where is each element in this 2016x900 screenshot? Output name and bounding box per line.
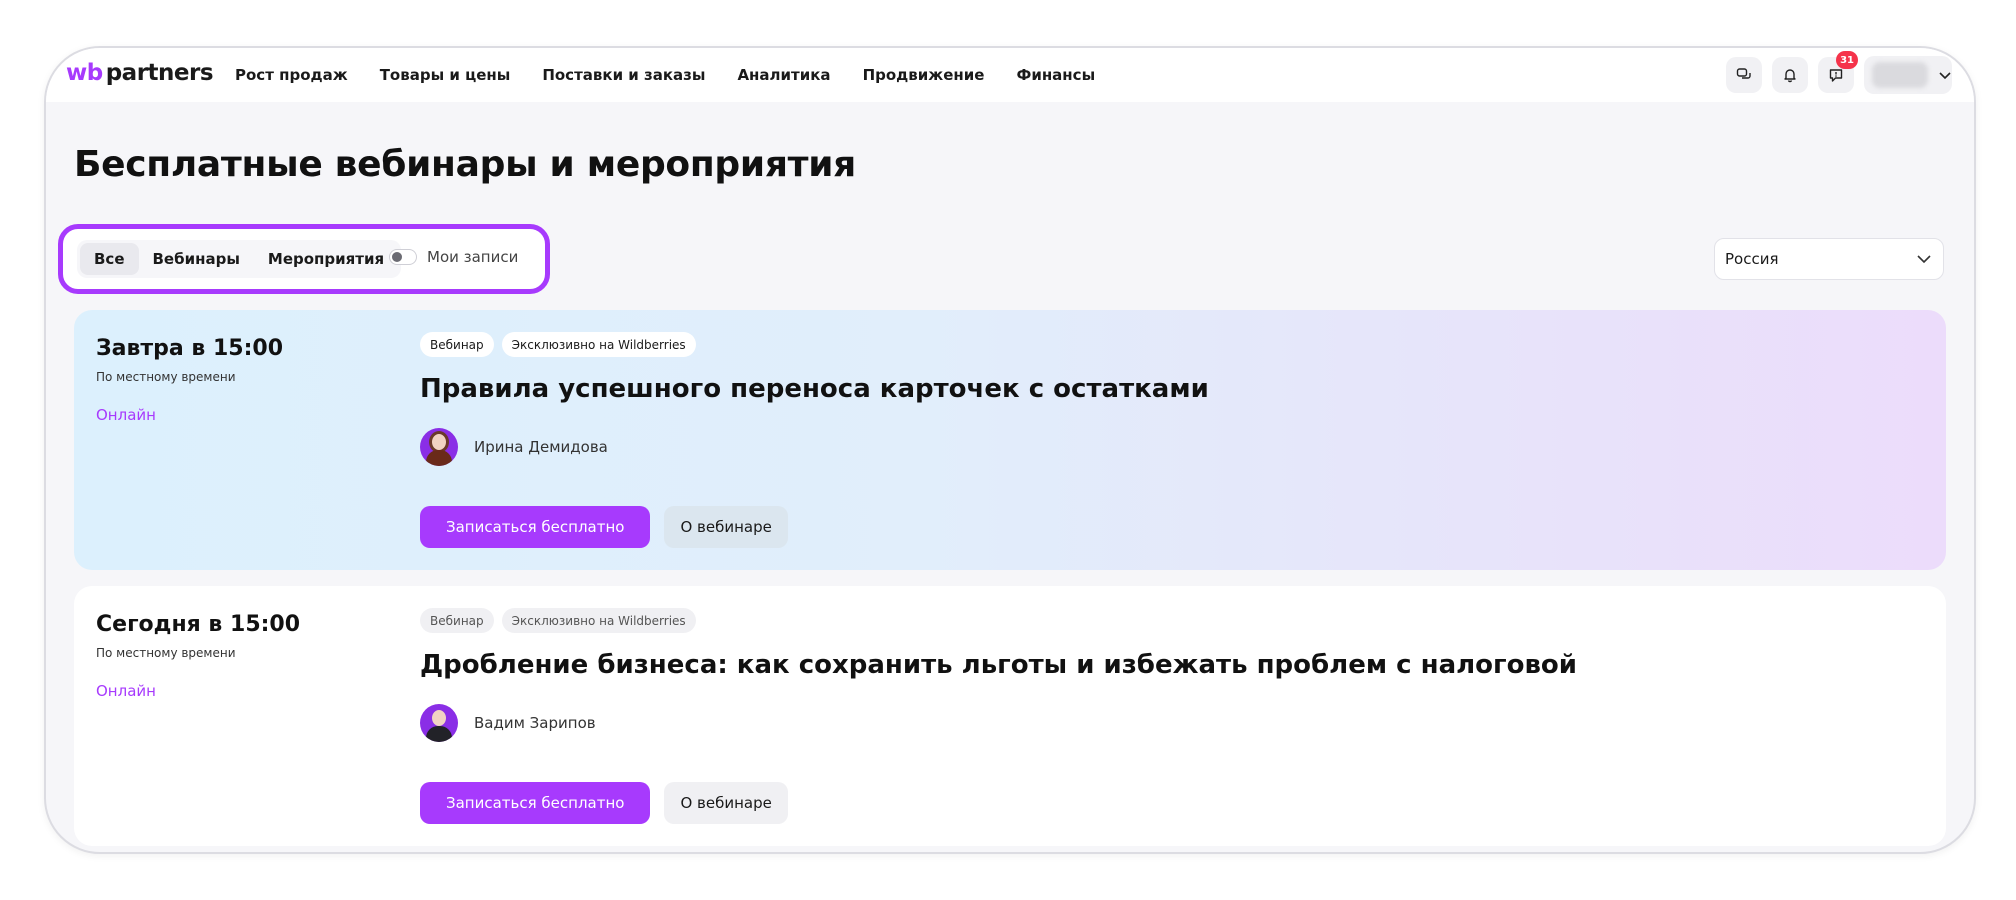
event-format: Онлайн bbox=[96, 406, 156, 424]
chevron-down-icon bbox=[1939, 72, 1951, 80]
tab-all[interactable]: Все bbox=[80, 243, 139, 275]
about-webinar-button[interactable]: О вебинаре bbox=[664, 782, 788, 824]
event-actions: Записаться бесплатно О вебинаре bbox=[420, 506, 788, 548]
about-webinar-button[interactable]: О вебинаре bbox=[664, 506, 788, 548]
event-datetime: Завтра в 15:00 bbox=[96, 336, 284, 361]
nav-item-promotion[interactable]: Продвижение bbox=[863, 66, 985, 84]
nav-item-sales-growth[interactable]: Рост продаж bbox=[235, 66, 348, 84]
filter-highlight: Все Вебинары Мероприятия Мои записи bbox=[58, 224, 550, 294]
event-title[interactable]: Дробление бизнеса: как сохранить льготы … bbox=[420, 650, 1577, 680]
nav-item-goods-prices[interactable]: Товары и цены bbox=[380, 66, 511, 84]
event-tags: Вебинар Эксклюзивно на Wildberries bbox=[420, 608, 696, 633]
my-records-toggle[interactable] bbox=[389, 249, 417, 265]
bell-icon bbox=[1784, 69, 1796, 83]
top-navigation: wb partners Рост продаж Товары и цены По… bbox=[46, 48, 1974, 102]
event-card: Сегодня в 15:00 По местному времени Онла… bbox=[74, 586, 1946, 846]
my-records-label: Мои записи bbox=[427, 248, 519, 266]
event-card: Завтра в 15:00 По местному времени Онлай… bbox=[74, 310, 1946, 570]
nav-item-supplies-orders[interactable]: Поставки и заказы bbox=[542, 66, 705, 84]
support-button[interactable]: 31 bbox=[1818, 51, 1858, 93]
event-actions: Записаться бесплатно О вебинаре bbox=[420, 782, 788, 824]
chevron-down-icon bbox=[1917, 255, 1931, 264]
type-tabs: Все Вебинары Мероприятия bbox=[77, 240, 402, 278]
chat-button[interactable] bbox=[1726, 57, 1762, 93]
nav-item-analytics[interactable]: Аналитика bbox=[737, 66, 830, 84]
speaker-name: Ирина Демидова bbox=[474, 438, 608, 456]
notifications-button[interactable] bbox=[1772, 57, 1808, 93]
notifications-count-badge: 31 bbox=[1836, 51, 1858, 69]
tab-events[interactable]: Мероприятия bbox=[254, 243, 398, 275]
speaker-avatar bbox=[420, 428, 458, 466]
region-value: Россия bbox=[1725, 250, 1779, 268]
tab-webinars[interactable]: Вебинары bbox=[139, 243, 254, 275]
tag-webinar: Вебинар bbox=[420, 608, 494, 633]
tag-webinar: Вебинар bbox=[420, 332, 494, 357]
tag-exclusive: Эксклюзивно на Wildberries bbox=[501, 608, 696, 633]
tag-exclusive: Эксклюзивно на Wildberries bbox=[501, 332, 696, 357]
chat-icon bbox=[1736, 68, 1751, 79]
header-actions: 31 bbox=[1726, 51, 1952, 94]
avatar bbox=[1872, 62, 1928, 88]
region-select[interactable]: Россия bbox=[1714, 238, 1944, 280]
nav-item-finance[interactable]: Финансы bbox=[1016, 66, 1095, 84]
event-speaker: Вадим Зарипов bbox=[420, 704, 596, 742]
profile-menu[interactable] bbox=[1864, 56, 1952, 94]
event-datetime: Сегодня в 15:00 bbox=[96, 612, 301, 637]
app-window: wb partners Рост продаж Товары и цены По… bbox=[44, 46, 1976, 854]
page-title: Бесплатные вебинары и мероприятия bbox=[74, 144, 856, 185]
event-timezone-note: По местному времени bbox=[96, 646, 236, 660]
event-tags: Вебинар Эксклюзивно на Wildberries bbox=[420, 332, 696, 357]
event-title[interactable]: Правила успешного переноса карточек с ос… bbox=[420, 374, 1209, 404]
event-format: Онлайн bbox=[96, 682, 156, 700]
main-nav: Рост продаж Товары и цены Поставки и зак… bbox=[235, 48, 1127, 102]
wb-partners-logo[interactable]: wb partners bbox=[66, 58, 214, 88]
my-records-toggle-group: Мои записи bbox=[389, 248, 518, 266]
support-icon bbox=[1829, 69, 1843, 82]
speaker-avatar bbox=[420, 704, 458, 742]
speaker-name: Вадим Зарипов bbox=[474, 714, 596, 732]
register-free-button[interactable]: Записаться бесплатно bbox=[420, 506, 651, 548]
event-timezone-note: По местному времени bbox=[96, 370, 236, 384]
event-speaker: Ирина Демидова bbox=[420, 428, 608, 466]
register-free-button[interactable]: Записаться бесплатно bbox=[420, 782, 651, 824]
